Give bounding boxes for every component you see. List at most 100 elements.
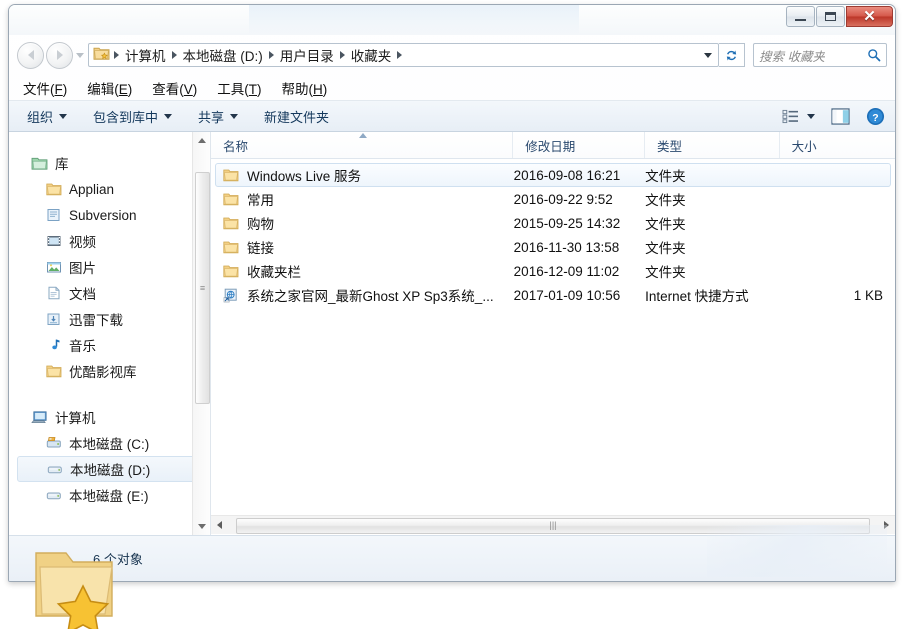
column-header-type[interactable]: 类型 <box>645 132 780 158</box>
menu-item-view[interactable]: 查看(V) <box>152 78 197 98</box>
sidebar-item-applian[interactable]: Applian <box>9 176 210 202</box>
search-box[interactable]: 搜索 收藏夹 <box>753 43 887 67</box>
folder-icon <box>223 168 239 182</box>
folder-icon <box>46 182 62 196</box>
cell-date: 2016-09-22 9:52 <box>514 192 645 207</box>
window-corner-highlight <box>707 525 887 577</box>
cell-type: 文件夹 <box>645 261 779 281</box>
chevron-down-icon <box>704 53 712 58</box>
sidebar-item-drive-c[interactable]: 本地磁盘 (C:) <box>9 430 210 456</box>
sidebar-item-youku-library[interactable]: 优酷影视库 <box>9 358 210 384</box>
address-bar[interactable]: 计算机 本地磁盘 (D:) 用户目录 收藏夹 <box>88 43 719 67</box>
close-button[interactable]: ✕ <box>846 6 893 27</box>
toolbar-button-share[interactable]: 共享 <box>198 107 238 126</box>
navigation-pane-scrollbar[interactable]: ≡ <box>192 132 210 535</box>
navigation-pane: 库 Applian <box>9 132 210 535</box>
sidebar-item-music[interactable]: 音乐 <box>9 332 210 358</box>
window-body: 库 Applian <box>9 132 895 535</box>
breadcrumb-item-drive-d[interactable]: 本地磁盘 (D:) <box>179 44 267 66</box>
toolbar-button-new-folder[interactable]: 新建文件夹 <box>264 107 329 126</box>
menu-item-file[interactable]: 文件(F) <box>23 78 67 98</box>
view-mode-button[interactable] <box>782 109 815 124</box>
menu-accel-tools: T <box>249 82 257 97</box>
file-name: 收藏夹栏 <box>247 261 301 281</box>
file-name: 购物 <box>247 213 274 233</box>
sidebar-item-label-videos: 视频 <box>69 231 96 251</box>
breadcrumb-separator-icon[interactable] <box>397 51 402 59</box>
cell-name: 购物 <box>211 213 514 233</box>
sidebar-item-pictures[interactable]: 图片 <box>9 254 210 280</box>
column-header-label-type: 类型 <box>657 136 682 155</box>
chevron-up-icon <box>198 138 206 143</box>
sidebar-item-label-thunder-downloads: 迅雷下载 <box>69 309 123 329</box>
back-button[interactable] <box>17 42 44 69</box>
menu-accel-help: H <box>313 82 323 97</box>
menu-bar: 文件(F) 编辑(E) 查看(V) 工具(T) 帮助(H) <box>9 75 895 101</box>
music-icon <box>46 338 62 352</box>
table-row[interactable]: 链接 2016-11-30 13:58 文件夹 <box>211 235 895 259</box>
column-header-label-date: 修改日期 <box>525 136 575 155</box>
library-doc-icon <box>46 208 62 222</box>
minimize-button[interactable] <box>786 6 815 27</box>
column-header-name[interactable]: 名称 <box>211 132 513 158</box>
file-rows: Windows Live 服务 2016-09-08 16:21 文件夹 <box>211 159 895 515</box>
help-button[interactable]: ? <box>866 107 885 126</box>
sidebar-item-drive-d[interactable]: 本地磁盘 (D:) <box>17 456 202 482</box>
menu-accel-view: V <box>184 82 193 97</box>
table-row[interactable]: 常用 2016-09-22 9:52 文件夹 <box>211 187 895 211</box>
refresh-button[interactable] <box>719 43 745 67</box>
sidebar-item-label-applian: Applian <box>69 182 114 197</box>
sidebar-item-drive-e[interactable]: 本地磁盘 (E:) <box>9 482 210 508</box>
forward-button[interactable] <box>46 42 73 69</box>
table-row[interactable]: 系统之家官网_最新Ghost XP Sp3系统_... 2017-01-09 1… <box>211 283 895 307</box>
scroll-left-button[interactable] <box>211 517 228 534</box>
recent-pages-chevron-down-icon[interactable] <box>76 53 84 58</box>
preview-pane-button[interactable] <box>831 108 850 125</box>
document-icon <box>46 286 62 300</box>
breadcrumb-item-user-dir[interactable]: 用户目录 <box>276 44 338 66</box>
cell-size: 1 KB <box>779 288 895 303</box>
folder-icon <box>223 240 239 254</box>
scrollbar-thumb[interactable]: ≡ <box>195 172 210 404</box>
sidebar-item-label-music: 音乐 <box>69 335 96 355</box>
sidebar-group-spacer <box>9 384 210 404</box>
menu-item-help[interactable]: 帮助(H) <box>282 78 328 98</box>
minimize-icon <box>795 19 806 21</box>
cell-name: 常用 <box>211 189 514 209</box>
cell-name: 链接 <box>211 237 514 257</box>
title-bar: ✕ <box>9 5 895 35</box>
favorites-folder-icon <box>93 45 110 66</box>
sidebar-item-thunder-downloads[interactable]: 迅雷下载 <box>9 306 210 332</box>
menu-item-edit[interactable]: 编辑(E) <box>87 78 132 98</box>
forward-arrow-icon <box>57 50 63 60</box>
address-dropdown-button[interactable] <box>700 44 716 66</box>
toolbar-button-include-in-library[interactable]: 包含到库中 <box>93 107 172 126</box>
table-row[interactable]: 收藏夹栏 2016-12-09 11:02 文件夹 <box>211 259 895 283</box>
system-drive-icon <box>46 436 62 450</box>
menu-item-tools[interactable]: 工具(T) <box>217 78 261 98</box>
sidebar-item-subversion[interactable]: Subversion <box>9 202 210 228</box>
drive-icon <box>47 463 63 476</box>
chevron-down-icon <box>198 524 206 529</box>
column-header-size[interactable]: 大小 <box>780 132 895 158</box>
sidebar-item-documents[interactable]: 文档 <box>9 280 210 306</box>
search-input[interactable]: 搜索 收藏夹 <box>759 46 825 65</box>
sidebar-group-computer[interactable]: 计算机 <box>9 404 210 430</box>
sidebar-group-libraries[interactable]: 库 <box>9 150 210 176</box>
window-controls: ✕ <box>785 6 893 27</box>
file-name: 常用 <box>247 189 274 209</box>
scroll-up-button[interactable] <box>193 132 210 149</box>
toolbar-button-organize[interactable]: 组织 <box>27 107 67 126</box>
breadcrumb-item-computer[interactable]: 计算机 <box>121 44 170 66</box>
chevron-down-icon <box>230 114 238 119</box>
breadcrumb-item-favorites[interactable]: 收藏夹 <box>347 44 396 66</box>
column-header-date-modified[interactable]: 修改日期 <box>513 132 645 158</box>
screenshot-root: ✕ <box>0 0 904 639</box>
table-row[interactable]: Windows Live 服务 2016-09-08 16:21 文件夹 <box>211 163 895 187</box>
maximize-button[interactable] <box>816 6 845 27</box>
sidebar-item-videos[interactable]: 视频 <box>9 228 210 254</box>
table-row[interactable]: 购物 2015-09-25 14:32 文件夹 <box>211 211 895 235</box>
scroll-down-button[interactable] <box>193 518 210 535</box>
breadcrumb-separator-icon <box>340 51 345 59</box>
sidebar-group-label-computer: 计算机 <box>55 407 96 427</box>
